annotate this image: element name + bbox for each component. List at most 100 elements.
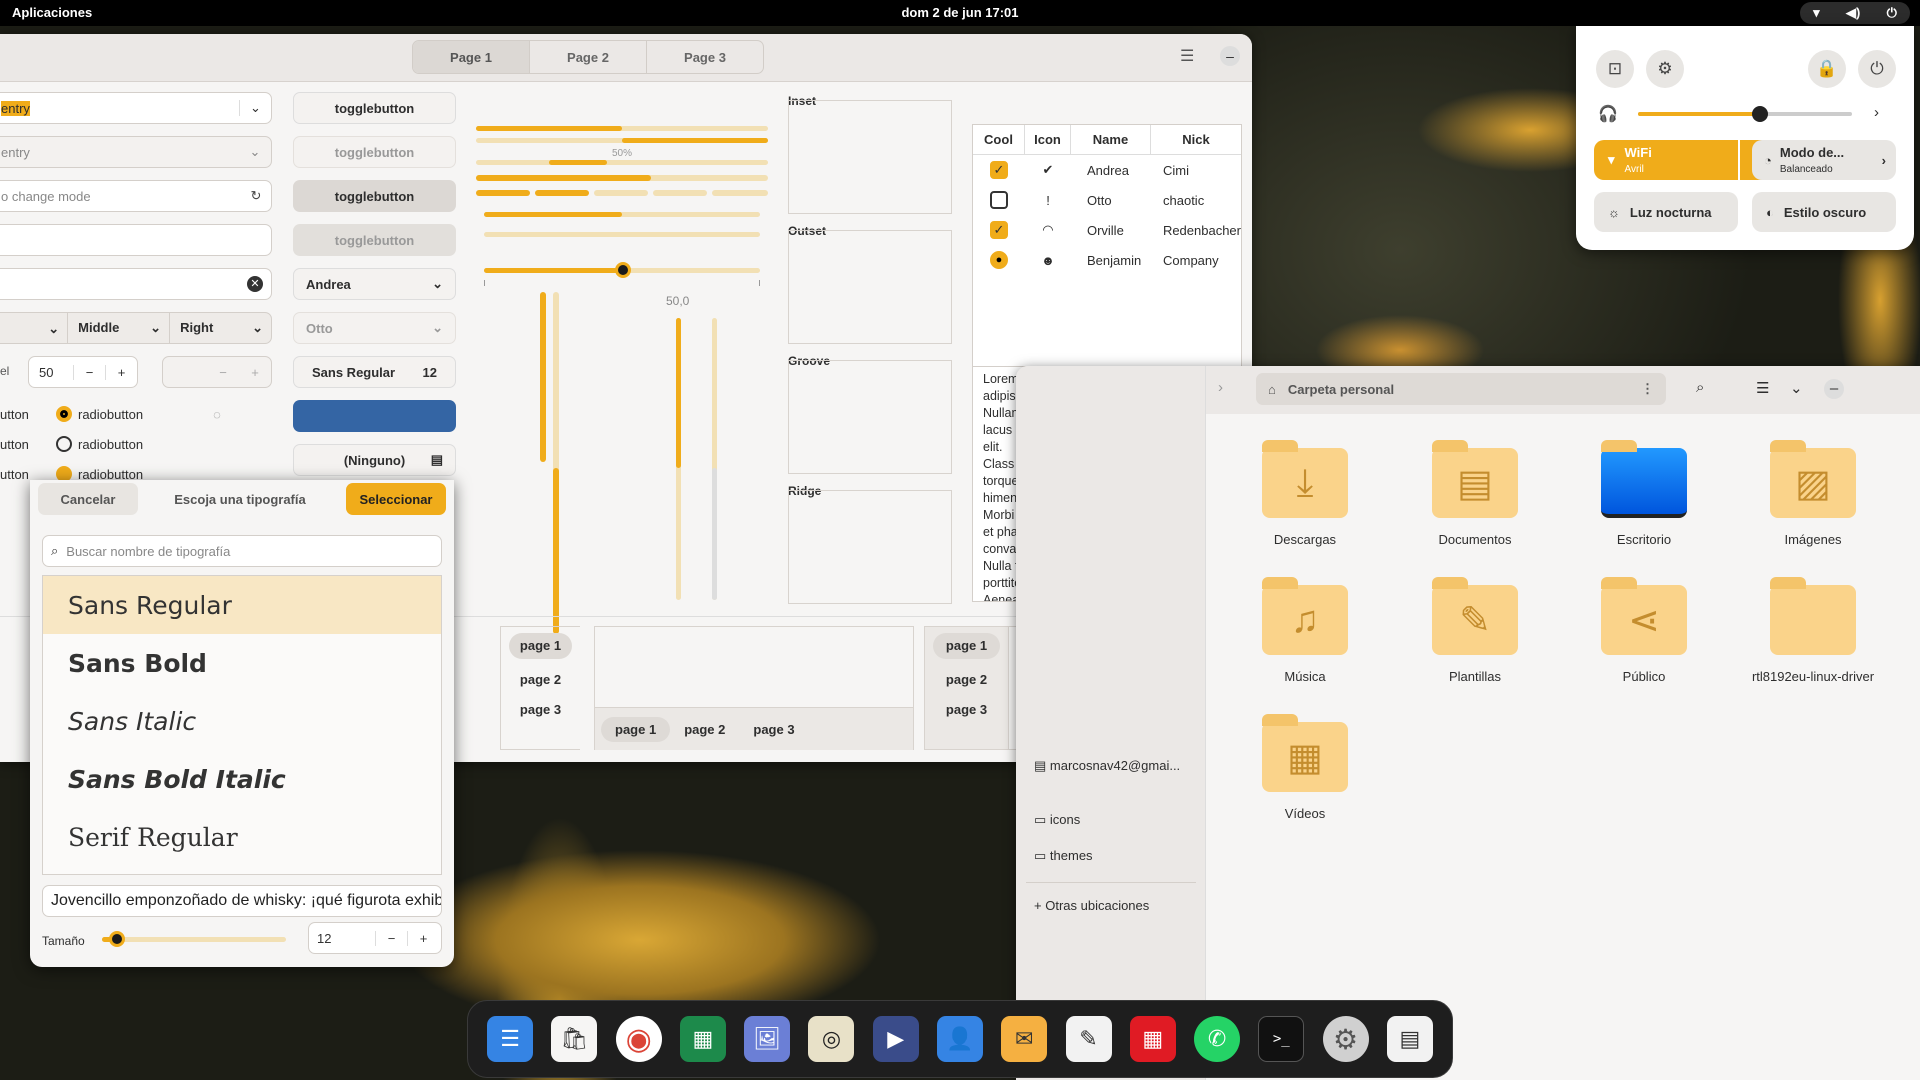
sidebar-item-icons[interactable]: ▭ icons <box>1034 812 1080 828</box>
sidebar-item-other-locations[interactable]: + Otras ubicaciones <box>1034 898 1149 913</box>
clear-icon[interactable]: ✕ <box>247 276 263 292</box>
minimize-icon[interactable]: – <box>1824 379 1844 399</box>
folder-music[interactable]: ♫ Música <box>1230 577 1380 684</box>
folder-videos[interactable]: ▦ Vídeos <box>1230 714 1380 821</box>
tab-page-2[interactable]: page 2 <box>509 665 572 695</box>
font-item[interactable]: Sans Bold <box>43 634 441 692</box>
spin-button[interactable]: 50− + <box>28 356 138 388</box>
mode-entry[interactable]: o change mode ↻ <box>0 180 272 212</box>
font-button[interactable]: Sans Regular 12 <box>293 356 456 388</box>
settings-icon[interactable]: ⚙ <box>1646 50 1684 88</box>
chrome-app-icon[interactable]: ◉ <box>615 1016 662 1062</box>
image-viewer-app-icon[interactable]: 🖼 <box>744 1016 791 1062</box>
combo-middle[interactable]: Middle ⌄ <box>68 313 171 343</box>
tab-page-3[interactable]: page 3 <box>933 695 1000 725</box>
night-light-toggle[interactable]: ☼ Luz nocturna <box>1594 192 1738 232</box>
power-mode-toggle[interactable]: ◔ Modo de... Balanceado › <box>1752 140 1896 180</box>
radio-option[interactable]: radiobutton ◌ <box>56 400 221 430</box>
column-header[interactable]: Icon <box>1025 125 1071 154</box>
togglebutton[interactable]: togglebutton <box>293 136 456 168</box>
combo-left[interactable]: ⌄ <box>0 313 69 343</box>
plus-icon[interactable]: + <box>407 930 439 946</box>
spin-disabled[interactable]: − + <box>162 356 272 388</box>
volume-slider-handle[interactable] <box>1751 106 1768 122</box>
tab-page-3[interactable]: Page 3 <box>647 41 763 73</box>
path-bar[interactable]: ⌂ Carpeta personal ⋮ <box>1256 373 1666 405</box>
folder-downloads[interactable]: ⤓ Descargas <box>1230 440 1380 547</box>
clock[interactable]: dom 2 de jun 17:01 <box>0 5 1920 20</box>
table-row[interactable]: ✓ ✔ Andrea Cimi <box>973 155 1241 185</box>
font-item[interactable]: Sans Italic <box>43 692 441 750</box>
size-slider-handle[interactable] <box>108 931 125 947</box>
spreadsheet-app-icon[interactable]: ▦ <box>679 1016 726 1062</box>
settings-app-icon[interactable]: ⚙ <box>1322 1016 1369 1062</box>
tab-page-1[interactable]: page 1 <box>601 716 671 742</box>
entry-disabled[interactable]: entry ⌄ <box>0 136 272 168</box>
power-icon[interactable]: ⏻ <box>1858 50 1896 88</box>
folder-pictures[interactable]: ▨ Imágenes <box>1738 440 1888 547</box>
sidebar-item-account[interactable]: ▤ marcosnav42@gmai... <box>1034 758 1180 774</box>
togglebutton[interactable]: togglebutton <box>293 180 456 212</box>
folder-driver[interactable]: rtl8192eu-linux-driver <box>1738 577 1888 684</box>
wifi-toggle[interactable]: ▾ WiFi Avril <box>1594 140 1738 180</box>
table-row[interactable]: ● ☻ Benjamin Company <box>973 245 1241 275</box>
font-item[interactable]: Sans Bold Italic <box>43 750 441 808</box>
calendar-app-icon[interactable]: ▦ <box>1129 1016 1176 1062</box>
tab-page-2[interactable]: page 2 <box>933 665 1000 695</box>
font-item[interactable]: Sans Regular <box>43 576 441 634</box>
column-header[interactable]: Nick <box>1151 125 1241 154</box>
list-view-icon[interactable]: ☰ <box>1756 379 1769 397</box>
font-search-input[interactable]: ⌕ Buscar nombre de tipografía <box>42 535 442 567</box>
size-spin[interactable]: 12− + <box>308 922 442 954</box>
tab-page-3[interactable]: page 3 <box>509 695 572 725</box>
preview-entry[interactable]: Jovencillo emponzoñado de whisky: ¡qué f… <box>42 885 442 917</box>
plus-icon[interactable]: + <box>105 364 137 380</box>
contacts-app-icon[interactable]: 👤 <box>936 1016 983 1062</box>
tab-page-2[interactable]: page 2 <box>670 717 739 742</box>
menu-icon[interactable]: ☰ <box>1180 46 1194 66</box>
radio-icon[interactable]: ● <box>990 251 1008 269</box>
more-icon[interactable]: ⋮ <box>1641 381 1654 397</box>
combo-right[interactable]: Right ⌄ <box>170 313 271 343</box>
text-editor-app-icon[interactable]: ✎ <box>1065 1016 1112 1062</box>
folder-desktop[interactable]: Escritorio <box>1569 440 1719 547</box>
widget-factory-app-icon[interactable]: ▤ <box>1386 1016 1433 1062</box>
folder-documents[interactable]: ▤ Documentos <box>1400 440 1550 547</box>
screenshot-icon[interactable]: ⊡ <box>1596 50 1634 88</box>
refresh-icon[interactable]: ↻ <box>241 188 271 204</box>
minus-icon[interactable]: − <box>73 364 105 380</box>
table-row[interactable]: ! Otto chaotic <box>973 185 1241 215</box>
tab-page-1[interactable]: page 1 <box>509 633 572 659</box>
chevron-down-icon[interactable]: ⌄ <box>1790 379 1803 397</box>
whatsapp-app-icon[interactable]: ✆ <box>1194 1016 1241 1062</box>
tab-page-3[interactable]: page 3 <box>739 717 808 742</box>
combo-andrea[interactable]: Andrea ⌄ <box>293 268 456 300</box>
dark-style-toggle[interactable]: ◐ Estilo oscuro <box>1752 192 1896 232</box>
slider-handle[interactable] <box>615 262 631 278</box>
font-item[interactable]: Serif Regular <box>43 808 441 866</box>
empty-entry[interactable] <box>0 224 272 256</box>
search-icon[interactable]: ⌕ <box>1696 379 1704 396</box>
column-header[interactable]: Name <box>1071 125 1151 154</box>
check-icon[interactable]: ✓ <box>989 221 1008 239</box>
entry-field[interactable]: entry ⌄ <box>0 92 272 124</box>
forward-icon[interactable]: › <box>1218 379 1223 396</box>
mail-app-icon[interactable]: ✉ <box>1001 1016 1048 1062</box>
rhythmbox-app-icon[interactable]: ◎ <box>808 1016 855 1062</box>
chevron-right-icon[interactable]: › <box>1874 104 1879 121</box>
togglebutton[interactable]: togglebutton <box>293 224 456 256</box>
chevron-right-icon[interactable]: › <box>1882 153 1886 168</box>
check-icon[interactable] <box>990 191 1008 209</box>
combo-otto[interactable]: Otto ⌄ <box>293 312 456 344</box>
clear-entry[interactable]: ✕ <box>0 268 272 300</box>
tab-page-1[interactable]: Page 1 <box>413 41 530 73</box>
sidebar-item-themes[interactable]: ▭ themes <box>1034 848 1093 864</box>
folder-templates[interactable]: ✎ Plantillas <box>1400 577 1550 684</box>
lock-icon[interactable]: 🔒 <box>1808 50 1846 88</box>
tab-page-1[interactable]: page 1 <box>933 633 1000 659</box>
color-button[interactable] <box>293 400 456 432</box>
folder-public[interactable]: ⋖ Público <box>1569 577 1719 684</box>
select-button[interactable]: Seleccionar <box>346 483 446 515</box>
cancel-button[interactable]: Cancelar <box>38 483 138 515</box>
tab-page-2[interactable]: Page 2 <box>530 41 647 73</box>
